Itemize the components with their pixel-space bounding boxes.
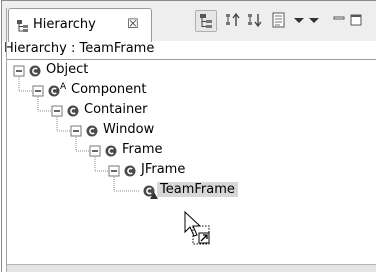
tree-border-left: [6, 8, 7, 272]
tab-hierarchy[interactable]: Hierarchy ☒: [8, 8, 152, 42]
subtype-hierarchy-icon: [248, 14, 262, 28]
layout-icon: [272, 12, 285, 28]
tree-node-label[interactable]: JFrame: [141, 162, 185, 177]
tree-expander-icon[interactable]: [13, 65, 25, 77]
tab-close-button[interactable]: ☒: [127, 17, 139, 32]
show-subtype-hierarchy-button[interactable]: [246, 11, 264, 29]
frame-border-left: [1, 0, 2, 272]
class-icon: [86, 125, 98, 137]
chevron-down-icon: [294, 18, 304, 23]
hierarchy-icon: [16, 19, 30, 33]
tab-label: Hierarchy: [33, 17, 96, 32]
class-icon: [48, 85, 60, 97]
frame-border-top: [1, 0, 376, 1]
focus-class-icon: [143, 185, 158, 199]
class-icon: [67, 105, 79, 117]
show-supertype-hierarchy-button[interactable]: [224, 11, 242, 29]
class-icon: [29, 65, 41, 77]
maximize-button[interactable]: [349, 11, 367, 29]
tree-expander-icon[interactable]: [70, 125, 82, 137]
chevron-down-icon: [309, 18, 319, 23]
class-icon: [105, 145, 117, 157]
drag-cursor-icon: [183, 210, 215, 252]
tree-node-label[interactable]: Frame: [122, 142, 163, 157]
status-bar: [7, 264, 376, 272]
class-icon: [124, 165, 136, 177]
minimize-icon: [333, 16, 345, 20]
maximize-icon: [350, 14, 362, 26]
tree-node-label[interactable]: Component: [71, 82, 146, 97]
tree-expander-icon[interactable]: [32, 85, 44, 97]
tree-connector-line: [113, 177, 140, 192]
hierarchy-title: Hierarchy : TeamFrame: [4, 41, 155, 56]
tree-node-label[interactable]: TeamFrame: [157, 182, 238, 197]
tree-expander-icon[interactable]: [51, 105, 63, 117]
tree-node-label[interactable]: Container: [84, 102, 148, 117]
view-menu-button[interactable]: [307, 11, 325, 29]
type-hierarchy-icon: [200, 14, 212, 28]
tree-expander-icon[interactable]: [108, 165, 120, 177]
supertype-hierarchy-icon: [226, 12, 240, 26]
tree-node-label[interactable]: Object: [46, 62, 88, 77]
hierarchy-view: Hierarchy ☒ Hierarchy: TeamFrame A Obje…: [0, 0, 376, 272]
tree-node-label[interactable]: Window: [103, 122, 154, 137]
abstract-marker: A: [60, 82, 67, 92]
show-type-hierarchy-button[interactable]: [195, 10, 217, 32]
minimize-button[interactable]: [332, 11, 350, 29]
view-tab-bar: Hierarchy ☒: [2, 1, 376, 42]
layout-button[interactable]: [270, 11, 288, 29]
tree-expander-icon[interactable]: [89, 145, 101, 157]
